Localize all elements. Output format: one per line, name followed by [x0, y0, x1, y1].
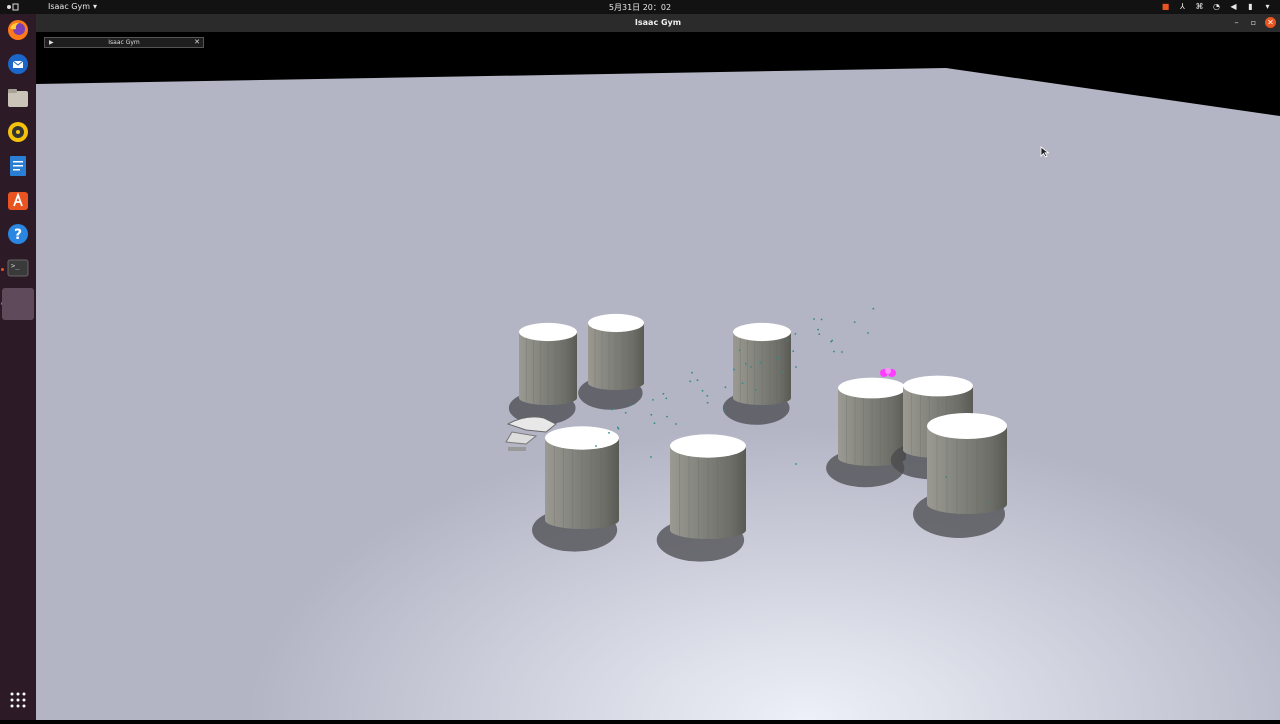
trajectory-point	[795, 463, 797, 465]
trajectory-point	[696, 379, 699, 382]
trajectory-point	[689, 380, 692, 383]
files-icon[interactable]	[6, 86, 30, 110]
trajectory-point	[755, 389, 757, 391]
apps-grid-icon[interactable]	[6, 688, 30, 712]
minimize-icon[interactable]: –	[1231, 17, 1242, 28]
cylinder-obstacle	[722, 322, 791, 425]
panel-title: Isaac Gym	[108, 39, 140, 46]
trajectory-point	[813, 318, 815, 320]
trajectory-point	[741, 382, 744, 385]
trajectory-point	[611, 408, 613, 411]
trajectory-point	[830, 340, 832, 343]
trajectory-point	[608, 432, 610, 434]
trajectory-point	[777, 356, 780, 359]
trajectory-point	[792, 350, 795, 352]
trajectory-point	[782, 371, 784, 374]
battery-icon[interactable]: ▮	[1246, 2, 1255, 11]
window-titlebar[interactable]: Isaac Gym – ▫ ✕	[36, 14, 1280, 32]
isaac-gym-app-icon[interactable]	[2, 288, 34, 320]
trajectory-point	[724, 386, 727, 389]
trajectory-point	[833, 350, 835, 353]
trajectory-point	[817, 328, 819, 331]
volume-icon[interactable]: ◀	[1229, 2, 1238, 11]
cylinder-obstacle	[508, 322, 577, 425]
trajectory-point	[945, 476, 947, 478]
trajectory-point	[650, 413, 653, 416]
software-icon[interactable]	[6, 188, 30, 212]
trajectory-point	[662, 392, 665, 395]
trajectory-point	[666, 415, 668, 418]
window-title: Isaac Gym	[634, 18, 682, 27]
trajectory-point	[723, 409, 725, 411]
svg-text:?: ?	[14, 227, 22, 243]
trajectory-point	[744, 362, 747, 365]
trajectory-point	[750, 366, 752, 368]
trajectory-point	[872, 307, 875, 310]
terminal-icon[interactable]: >_	[6, 256, 30, 280]
trajectory-point	[738, 349, 741, 352]
power-menu-icon[interactable]: ▾	[1263, 2, 1272, 11]
trajectory-point	[987, 501, 989, 503]
trajectory-point	[675, 423, 677, 425]
trajectory-point	[794, 333, 797, 335]
scene-render	[36, 68, 1280, 720]
camera-icon[interactable]: ■	[1161, 2, 1170, 11]
ground-plane	[36, 68, 1280, 720]
top-bar: Isaac Gym ▾ 5月31日 20：02 ■ ⅄ ⌘ ◔ ◀ ▮ ▾	[0, 0, 1280, 14]
thunderbird-icon[interactable]	[6, 52, 30, 76]
system-tray[interactable]: ■ ⅄ ⌘ ◔ ◀ ▮ ▾	[1161, 2, 1272, 11]
simulation-viewport[interactable]: ▶ Isaac Gym ✕	[36, 32, 1280, 720]
trajectory-point	[786, 339, 789, 342]
cylinder-obstacle	[913, 413, 1007, 538]
trajectory-point	[650, 456, 652, 458]
firefox-icon[interactable]	[6, 18, 30, 42]
trajectory-point	[595, 445, 597, 447]
writer-icon[interactable]	[6, 154, 30, 178]
trajectory-point	[820, 318, 823, 321]
trajectory-point	[624, 411, 627, 414]
trajectory-point	[853, 321, 856, 323]
trajectory-point	[617, 427, 620, 430]
help-icon[interactable]: ?	[6, 222, 30, 246]
trajectory-point	[653, 422, 656, 425]
cylinder-obstacle	[826, 377, 906, 488]
trajectory-point	[795, 366, 797, 368]
trajectory-point	[818, 333, 821, 335]
trajectory-point	[706, 394, 709, 397]
trajectory-point	[630, 404, 632, 406]
trajectory-point	[652, 399, 654, 401]
rhythmbox-icon[interactable]	[6, 120, 30, 144]
cylinder-obstacle	[578, 313, 644, 410]
trajectory-point	[841, 351, 843, 353]
panel-close-icon[interactable]: ✕	[194, 38, 200, 47]
trajectory-point	[691, 371, 693, 374]
maximize-icon[interactable]: ▫	[1248, 17, 1259, 28]
wifi-icon[interactable]: ◔	[1212, 2, 1221, 11]
accessibility-icon[interactable]: ⅄	[1178, 2, 1187, 11]
cylinder-obstacle	[656, 434, 746, 562]
trajectory-point	[665, 397, 668, 400]
trajectory-point	[733, 368, 735, 371]
trajectory-point	[701, 389, 704, 392]
trajectory-point	[759, 361, 762, 364]
isaac-gym-window: Isaac Gym – ▫ ✕ ▶ Isaac Gym ✕	[36, 14, 1280, 720]
network-icon[interactable]: ⌘	[1195, 2, 1204, 11]
trajectory-point	[706, 401, 709, 404]
svg-text:>_: >_	[11, 262, 20, 270]
dock: ? >_	[0, 14, 36, 720]
viewer-panel[interactable]: ▶ Isaac Gym ✕	[44, 37, 204, 48]
close-icon[interactable]: ✕	[1265, 17, 1276, 28]
cylinder-obstacle	[532, 426, 619, 552]
mouse-cursor-icon	[1040, 146, 1050, 158]
clock[interactable]: 5月31日 20：02	[0, 2, 1280, 13]
trajectory-point	[867, 332, 869, 334]
